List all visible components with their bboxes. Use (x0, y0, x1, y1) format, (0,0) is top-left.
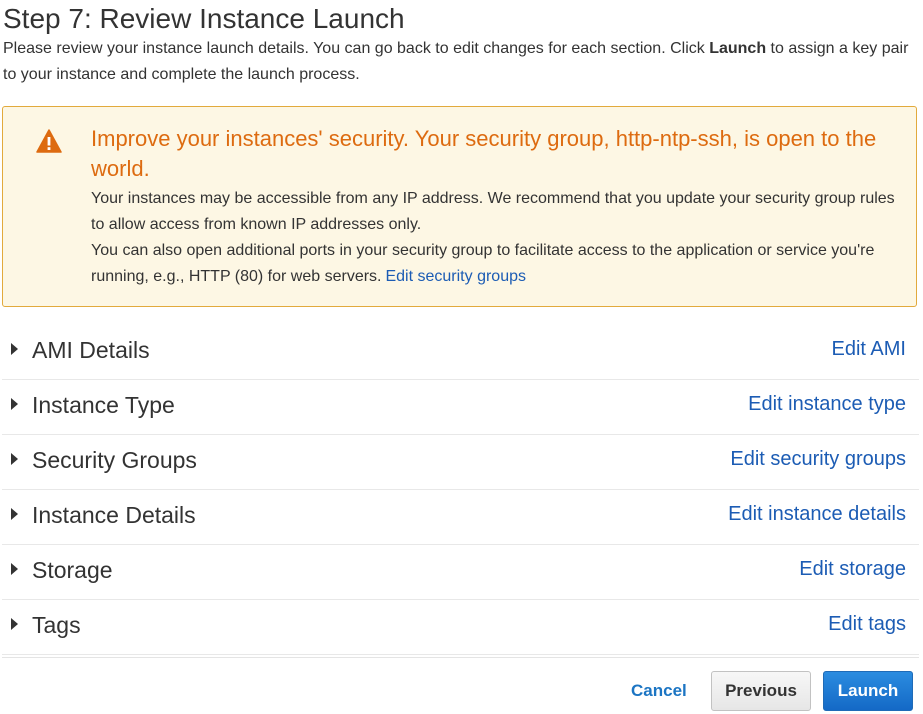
section-label[interactable]: Security Groups (32, 446, 197, 474)
alert-paragraph-2: You can also open additional ports in yo… (91, 238, 901, 290)
caret-right-icon[interactable] (11, 508, 18, 520)
edit-tags-link[interactable]: Edit tags (828, 612, 906, 636)
cancel-button[interactable]: Cancel (631, 679, 687, 703)
edit-instance-details-link[interactable]: Edit instance details (728, 502, 906, 526)
alert-body: Your instances may be accessible from an… (91, 186, 901, 290)
section-storage[interactable]: Storage Edit storage (2, 545, 919, 600)
caret-right-icon[interactable] (11, 618, 18, 630)
page-intro: Please review your instance launch detai… (3, 36, 921, 88)
caret-right-icon[interactable] (11, 398, 18, 410)
section-label[interactable]: Tags (32, 611, 81, 639)
security-warning-alert: Improve your instances' security. Your s… (2, 106, 917, 307)
edit-storage-link[interactable]: Edit storage (799, 557, 906, 581)
alert-edit-security-groups-link[interactable]: Edit security groups (385, 268, 526, 285)
section-instance-type[interactable]: Instance Type Edit instance type (2, 380, 919, 435)
footer-divider (2, 657, 919, 658)
launch-button[interactable]: Launch (823, 671, 913, 711)
previous-button[interactable]: Previous (711, 671, 811, 711)
review-sections: AMI Details Edit AMI Instance Type Edit … (2, 325, 919, 655)
section-ami-details[interactable]: AMI Details Edit AMI (2, 325, 919, 380)
warning-icon (36, 129, 62, 153)
section-label[interactable]: Instance Details (32, 501, 196, 529)
intro-launch-bold: Launch (709, 40, 767, 57)
edit-security-groups-link[interactable]: Edit security groups (730, 447, 906, 471)
caret-right-icon[interactable] (11, 343, 18, 355)
caret-right-icon[interactable] (11, 563, 18, 575)
edit-instance-type-link[interactable]: Edit instance type (748, 392, 906, 416)
page-title: Step 7: Review Instance Launch (3, 3, 405, 34)
section-label[interactable]: AMI Details (32, 336, 150, 364)
intro-text-before: Please review your instance launch detai… (3, 40, 710, 57)
section-label[interactable]: Instance Type (32, 391, 175, 419)
alert-paragraph-1: Your instances may be accessible from an… (91, 190, 895, 233)
section-label[interactable]: Storage (32, 556, 113, 584)
section-instance-details[interactable]: Instance Details Edit instance details (2, 490, 919, 545)
review-instance-launch-page: Step 7: Review Instance Launch Please re… (0, 0, 923, 714)
alert-title: Improve your instances' security. Your s… (91, 126, 877, 181)
edit-ami-link[interactable]: Edit AMI (832, 337, 906, 361)
section-tags[interactable]: Tags Edit tags (2, 600, 919, 655)
caret-right-icon[interactable] (11, 453, 18, 465)
section-security-groups[interactable]: Security Groups Edit security groups (2, 435, 919, 490)
